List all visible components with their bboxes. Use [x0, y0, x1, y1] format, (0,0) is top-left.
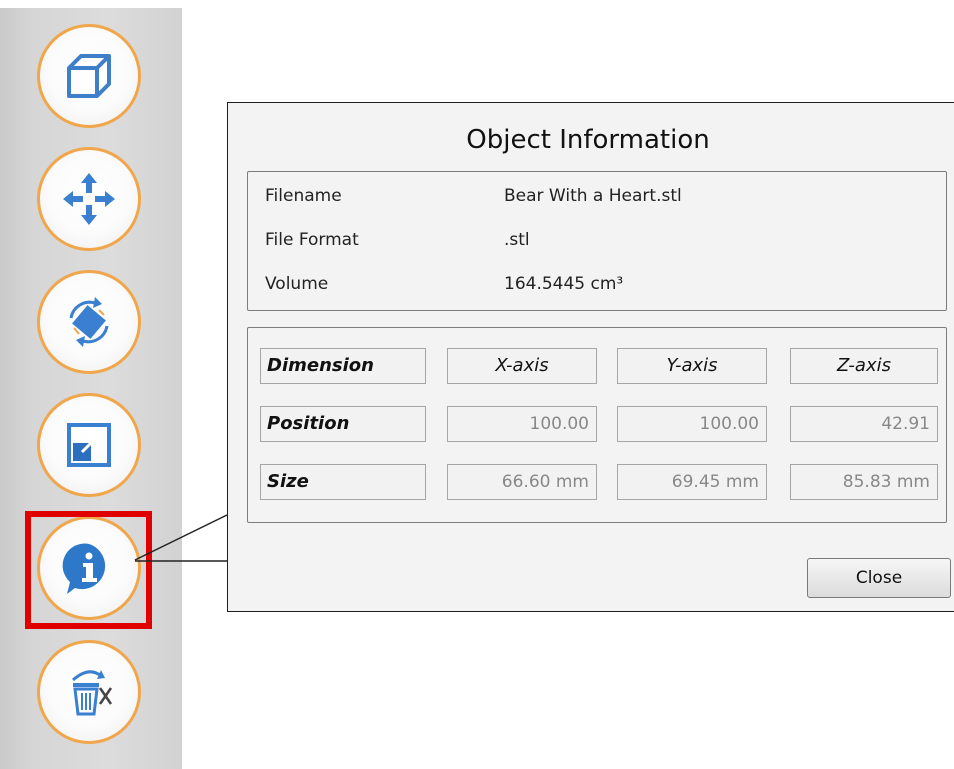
- size-x-value: 66.60 mm: [447, 464, 597, 500]
- object-information-dialog: Object Information Filename Bear With a …: [227, 102, 954, 612]
- size-z-value: 85.83 mm: [790, 464, 938, 500]
- scale-button[interactable]: [37, 393, 141, 497]
- position-x-value: 100.00: [447, 406, 597, 442]
- filename-value: Bear With a Heart.stl: [504, 186, 682, 206]
- filename-label: Filename: [265, 186, 342, 206]
- volume-value: 164.5445 cm³: [504, 274, 624, 294]
- selected-tool-highlight: [25, 511, 152, 629]
- size-label: Size: [260, 464, 426, 500]
- close-button[interactable]: Close: [807, 558, 951, 598]
- cube-icon: [67, 54, 111, 98]
- tool-sidebar: [0, 8, 182, 769]
- dimension-panel: Dimension X-axis Y-axis Z-axis Position …: [247, 327, 947, 523]
- size-y-value: 69.45 mm: [617, 464, 767, 500]
- rotate-button[interactable]: [37, 270, 141, 374]
- view-cube-button[interactable]: [37, 24, 141, 128]
- position-z-value: 42.91: [790, 406, 938, 442]
- file-format-label: File Format: [265, 230, 359, 250]
- y-axis-header: Y-axis: [617, 348, 767, 384]
- volume-label: Volume: [265, 274, 329, 294]
- file-info-panel: Filename Bear With a Heart.stl File Form…: [247, 171, 947, 311]
- move-button[interactable]: [37, 147, 141, 251]
- trash-icon: [72, 670, 113, 716]
- position-y-value: 100.00: [617, 406, 767, 442]
- scale-icon: [67, 423, 111, 467]
- file-format-value: .stl: [504, 230, 530, 250]
- delete-button[interactable]: [37, 640, 141, 744]
- rotate-icon: [69, 297, 109, 347]
- x-axis-header: X-axis: [447, 348, 597, 384]
- position-label: Position: [260, 406, 426, 442]
- dimension-header: Dimension: [260, 348, 426, 384]
- z-axis-header: Z-axis: [790, 348, 938, 384]
- move-arrows-icon: [63, 173, 115, 225]
- dialog-title: Object Information: [466, 125, 710, 155]
